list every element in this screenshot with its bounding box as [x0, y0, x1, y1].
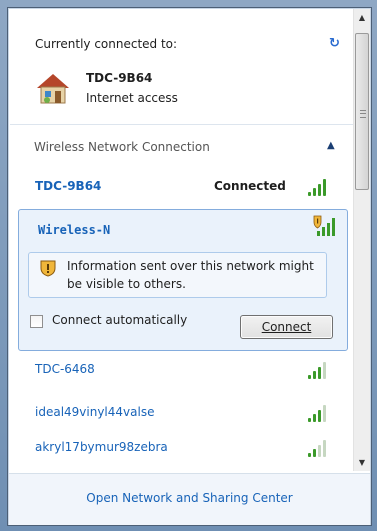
network-row-connected[interactable]: TDC-9B64 Connected: [9, 171, 353, 201]
current-network-name: TDC-9B64: [86, 71, 153, 85]
signal-strength-icon: [308, 178, 330, 196]
scrollbar-thumb[interactable]: [355, 33, 369, 190]
network-row[interactable]: ideal49vinyl44valse: [9, 397, 353, 427]
warning-shield-icon: [40, 260, 56, 277]
network-name: ideal49vinyl44valse: [35, 405, 155, 419]
network-flyout: Currently connected to: ↻ TDC-9B64 Inter…: [7, 7, 372, 526]
scroll-down-arrow-icon[interactable]: ▼: [354, 454, 370, 471]
warning-text: Information sent over this network might…: [67, 259, 314, 291]
signal-strength-icon: [308, 439, 330, 457]
connect-automatically-checkbox[interactable]: [30, 315, 43, 328]
connect-button[interactable]: Connect: [240, 315, 333, 339]
current-connection: Currently connected to: ↻ TDC-9B64 Inter…: [9, 9, 353, 109]
current-network-access: Internet access: [86, 91, 178, 105]
current-connection-label: Currently connected to:: [35, 37, 178, 51]
signal-strength-icon: [308, 404, 330, 422]
signal-strength-icon: [308, 361, 330, 379]
scroll-up-arrow-icon[interactable]: ▲: [354, 9, 370, 26]
connect-automatically-label[interactable]: Connect automatically: [52, 313, 187, 327]
network-name: akryl17bymur98zebra: [35, 440, 168, 454]
vertical-scrollbar[interactable]: ▲ ▼: [353, 9, 370, 471]
security-shield-icon: [313, 215, 335, 236]
network-row[interactable]: akryl17bymur98zebra: [9, 432, 353, 462]
security-warning: Information sent over this network might…: [28, 252, 327, 298]
network-list-area: Currently connected to: ↻ TDC-9B64 Inter…: [9, 9, 353, 471]
refresh-icon[interactable]: ↻: [329, 36, 340, 51]
connection-status: Connected: [214, 179, 286, 193]
connect-button-label: Connect: [261, 320, 312, 334]
network-name: TDC-9B64: [35, 179, 102, 193]
section-header[interactable]: Wireless Network Connection ▲: [9, 129, 353, 155]
selected-network-name: Wireless-N: [38, 223, 111, 237]
footer: Open Network and Sharing Center: [9, 473, 370, 525]
selected-network-panel[interactable]: Wireless-N Information sent over this ne…: [18, 209, 348, 351]
house-icon: [37, 74, 69, 104]
open-network-sharing-center-link[interactable]: Open Network and Sharing Center: [9, 491, 370, 505]
section-label: Wireless Network Connection: [34, 140, 210, 154]
network-name: TDC-6468: [35, 362, 95, 376]
divider: [10, 124, 353, 125]
network-row[interactable]: TDC-6468: [9, 354, 353, 384]
chevron-up-icon[interactable]: ▲: [327, 140, 335, 151]
